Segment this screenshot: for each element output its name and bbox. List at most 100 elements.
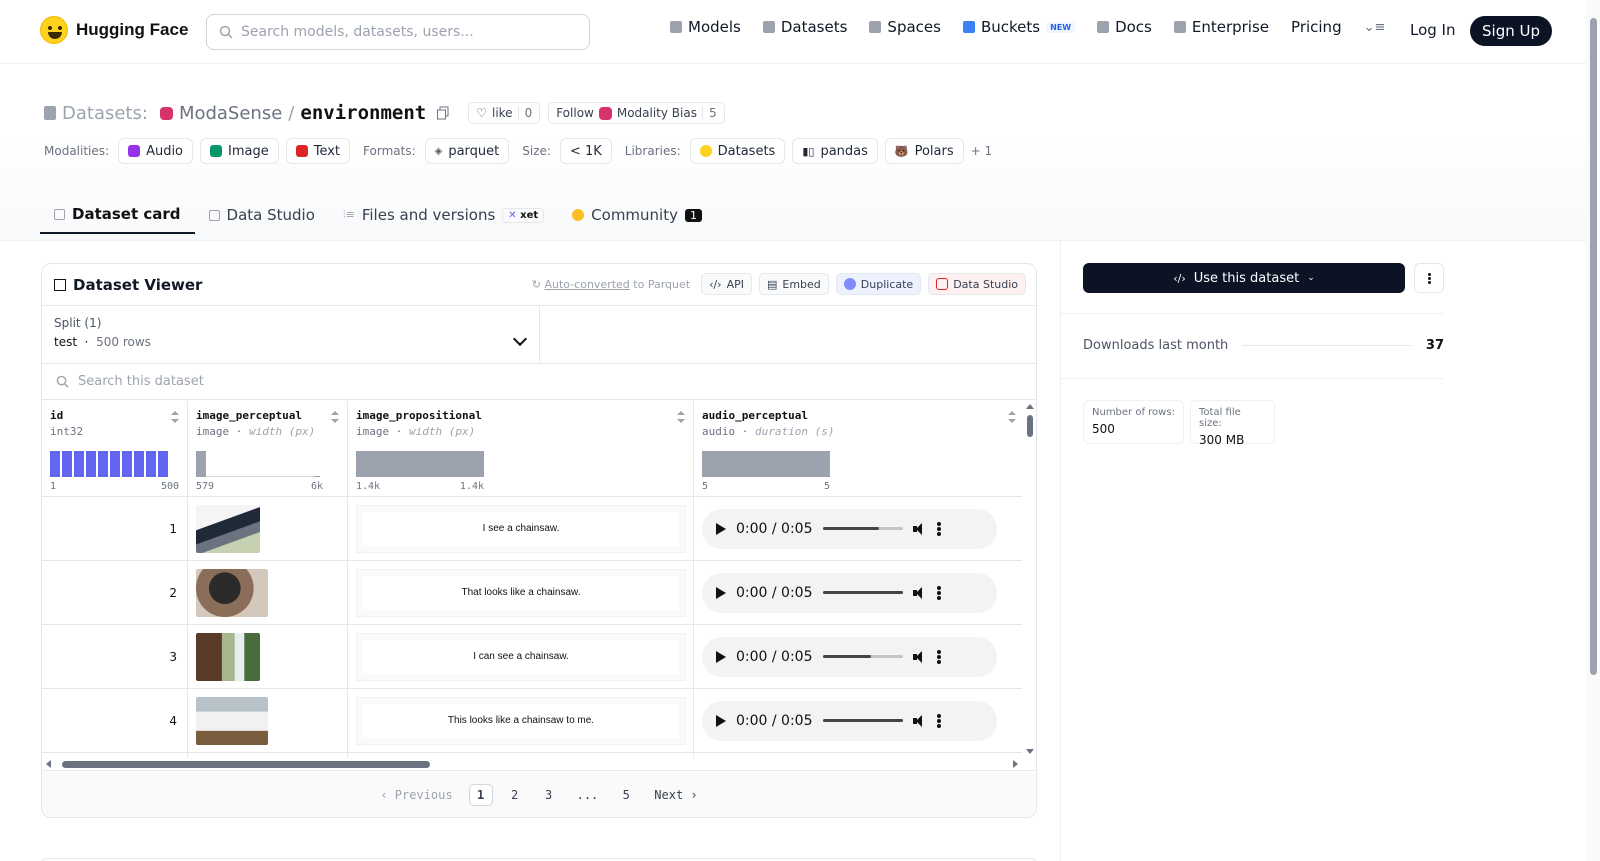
dataset-search[interactable]	[42, 364, 1036, 400]
global-search[interactable]	[206, 14, 590, 50]
follow-button[interactable]: Follow Modality Bias 5	[548, 102, 725, 124]
column-header[interactable]: id int32 1 500	[42, 401, 187, 497]
sort-icon[interactable]	[1008, 411, 1016, 423]
histogram-bar[interactable]	[196, 451, 206, 477]
histogram-bar[interactable]	[702, 451, 830, 477]
text-image[interactable]: I see a chainsaw.	[356, 504, 686, 553]
scrollbar-thumb[interactable]	[1590, 18, 1597, 675]
login-link[interactable]: Log In	[1410, 21, 1456, 39]
text-image[interactable]: That looks like a chainsaw.	[356, 568, 686, 617]
tab-data-studio[interactable]: Data Studio	[195, 196, 329, 234]
histogram-bar[interactable]	[158, 451, 168, 477]
dataset-search-input[interactable]	[78, 374, 478, 389]
tag-audio[interactable]: Audio	[118, 138, 194, 164]
volume-icon[interactable]	[912, 586, 927, 600]
histogram-bar[interactable]	[62, 451, 72, 477]
tag-image[interactable]: Image	[200, 138, 279, 164]
auto-converted-link[interactable]: Auto-converted	[544, 278, 629, 291]
histogram-bar[interactable]	[134, 451, 144, 477]
tab-dataset-card[interactable]: Dataset card	[40, 196, 195, 234]
sort-icon[interactable]	[677, 411, 685, 423]
image-thumbnail[interactable]	[196, 504, 260, 553]
tag-pandas[interactable]: ▮▯ pandas	[792, 138, 878, 164]
histogram-bar[interactable]	[98, 451, 108, 477]
copy-icon[interactable]	[436, 106, 450, 120]
play-icon[interactable]	[716, 714, 726, 727]
nav-spaces[interactable]: Spaces	[869, 18, 941, 36]
embed-button[interactable]: ▤ Embed	[758, 273, 829, 295]
play-icon[interactable]	[716, 522, 726, 535]
nav-pricing[interactable]: Pricing	[1291, 18, 1342, 36]
tab-files-and-versions[interactable]: ⫶≡ Files and versions ✕ xet	[329, 196, 558, 234]
more-options-icon[interactable]	[936, 713, 941, 729]
volume-icon[interactable]	[912, 522, 927, 536]
datasets-prefix[interactable]: Datasets:	[62, 103, 148, 124]
page-button[interactable]: 1	[468, 784, 493, 806]
nav-enterprise[interactable]: Enterprise	[1173, 18, 1269, 36]
text-image[interactable]: I can see a chainsaw.	[356, 632, 686, 681]
nav-docs[interactable]: Docs	[1097, 18, 1152, 36]
like-button[interactable]: ♡ like 0	[468, 102, 541, 124]
histogram-bar[interactable]	[356, 451, 484, 477]
more-options-icon[interactable]	[936, 521, 941, 537]
audio-seek-bar[interactable]	[822, 655, 903, 658]
volume-icon[interactable]	[912, 714, 927, 728]
signup-button[interactable]: Sign Up	[1470, 16, 1552, 46]
sort-icon[interactable]	[171, 411, 179, 423]
column-header[interactable]: image_propositional image · width (px) 1…	[348, 401, 693, 497]
data-studio-button[interactable]: Data Studio	[928, 273, 1026, 295]
tag-polars[interactable]: 🐻 Polars	[884, 138, 964, 164]
text-image[interactable]: This looks like a chainsaw to me.	[356, 696, 686, 745]
histogram-bar[interactable]	[86, 451, 96, 477]
nav-more-menu[interactable]: ⌄≡	[1364, 20, 1386, 35]
table-vertical-scrollbar[interactable]	[1024, 401, 1036, 757]
image-thumbnail[interactable]	[196, 632, 260, 681]
api-button[interactable]: ‹/› API	[701, 273, 752, 295]
hugging-face-logo[interactable]: Hugging Face	[40, 16, 188, 44]
org-link[interactable]: ModaSense	[179, 103, 282, 124]
column-header[interactable]: image_perceptual image · width (px) 579 6…	[188, 401, 347, 497]
histogram-bar[interactable]	[50, 451, 60, 477]
image-thumbnail[interactable]	[196, 696, 268, 745]
more-options-icon[interactable]	[936, 585, 941, 601]
split-dropdown[interactable]: Split (1) test · 500 rows	[42, 306, 540, 363]
search-input[interactable]	[241, 24, 571, 40]
tag-size[interactable]: < 1K	[559, 138, 612, 164]
duplicate-button[interactable]: Duplicate	[835, 273, 922, 295]
tab-community[interactable]: Community 1	[558, 196, 716, 234]
scrollbar-thumb[interactable]	[62, 761, 430, 768]
page-scrollbar[interactable]	[1586, 0, 1600, 861]
histogram-bar[interactable]	[122, 451, 132, 477]
scroll-right-icon[interactable]	[1013, 760, 1018, 768]
sort-icon[interactable]	[331, 411, 339, 423]
nav-datasets[interactable]: Datasets	[762, 18, 847, 36]
histogram-bar[interactable]	[146, 451, 156, 477]
tag-parquet[interactable]: ◈ parquet	[424, 138, 510, 164]
previous-page-button[interactable]: ‹ Previous	[374, 784, 458, 806]
play-icon[interactable]	[716, 586, 726, 599]
scrollbar-thumb[interactable]	[1027, 415, 1033, 437]
histogram-bar[interactable]	[74, 451, 84, 477]
scroll-down-icon[interactable]	[1026, 749, 1034, 754]
audio-seek-bar[interactable]	[822, 527, 903, 530]
scroll-left-icon[interactable]	[46, 760, 51, 768]
histogram-bar[interactable]	[110, 451, 120, 477]
histogram-bar[interactable]	[314, 476, 320, 477]
use-this-dataset-button[interactable]: ‹/› Use this dataset ⌄	[1083, 263, 1405, 293]
dataset-options-button[interactable]	[1414, 263, 1444, 293]
scroll-up-icon[interactable]	[1026, 404, 1034, 409]
audio-seek-bar[interactable]	[822, 591, 903, 594]
nav-models[interactable]: Models	[670, 18, 741, 36]
table-horizontal-scrollbar[interactable]	[42, 757, 1036, 771]
page-button[interactable]: 2	[503, 784, 527, 806]
page-button[interactable]: 5	[614, 784, 638, 806]
page-button[interactable]: 3	[537, 784, 561, 806]
tag-datasets[interactable]: Datasets	[689, 138, 786, 164]
more-options-icon[interactable]	[936, 649, 941, 665]
nav-buckets[interactable]: Buckets NEW	[962, 18, 1076, 36]
dataset-name[interactable]: environment	[300, 102, 426, 124]
audio-seek-bar[interactable]	[822, 719, 903, 722]
tag-text[interactable]: Text	[285, 138, 351, 164]
next-page-button[interactable]: Next ›	[648, 784, 703, 806]
image-thumbnail[interactable]	[196, 568, 268, 617]
